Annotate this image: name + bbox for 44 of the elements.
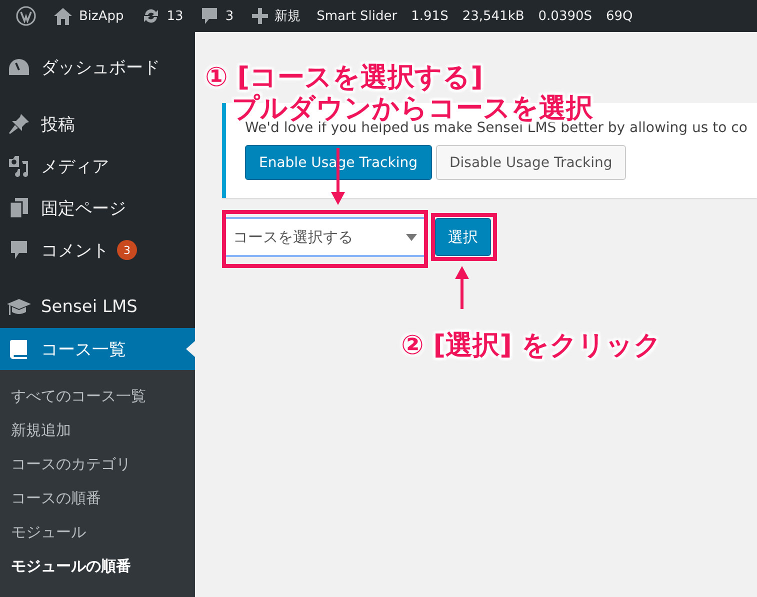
caret-icon xyxy=(406,234,417,240)
gauge-icon xyxy=(8,58,30,76)
plus-icon xyxy=(252,8,268,24)
new-content-link[interactable]: 新規 xyxy=(242,0,310,32)
toolbar-item[interactable]: Smart Slider xyxy=(310,0,404,32)
speech-bubble-icon xyxy=(10,240,28,260)
menu-item[interactable]: メディア xyxy=(0,145,195,187)
count-badge: 3 xyxy=(117,240,137,260)
select-button[interactable]: 選択 xyxy=(435,218,491,256)
up-arrow xyxy=(455,266,469,309)
wordpress-logo-icon[interactable] xyxy=(16,6,36,26)
highlight-frame xyxy=(431,213,497,261)
menu-item[interactable]: Sensei LMS xyxy=(0,286,195,328)
site-name-link[interactable]: BizApp xyxy=(45,0,133,32)
book-icon xyxy=(9,339,29,359)
toolbar-item[interactable]: 69Q xyxy=(599,0,640,32)
house-icon xyxy=(54,8,72,24)
camera-music-icon xyxy=(8,155,30,177)
submenu-item[interactable]: 新規追加 xyxy=(0,413,195,447)
menu-item[interactable]: コース一覧 xyxy=(0,328,195,370)
callout-text: ② [選択] をクリック xyxy=(401,330,662,361)
toolbar-item[interactable]: 1.91S xyxy=(404,0,456,32)
callout-text: ① [コースを選択する] xyxy=(205,62,483,93)
submenu-item[interactable]: コースのカテゴリ xyxy=(0,447,195,481)
submenu-item[interactable]: コースの順番 xyxy=(0,481,195,515)
menu-item[interactable]: コメント 3 xyxy=(0,229,195,271)
current-pointer-icon xyxy=(186,341,195,357)
graduation-cap-icon xyxy=(7,297,31,317)
menu-item[interactable]: 固定ページ xyxy=(0,187,195,229)
pages-icon xyxy=(10,198,28,218)
menu-item[interactable]: ダッシュボード xyxy=(0,46,195,88)
toolbar-item[interactable]: 23,541kB xyxy=(455,0,532,32)
speech-bubble-icon xyxy=(201,7,218,25)
disable-tracking-button[interactable]: Disable Usage Tracking xyxy=(436,145,626,180)
refresh-icon xyxy=(142,7,160,25)
updates-link[interactable]: 13 xyxy=(132,0,192,32)
menu-item[interactable]: 投稿 xyxy=(0,103,195,145)
comments-link[interactable]: 3 xyxy=(192,0,243,32)
toolbar-item[interactable]: 0.0390S xyxy=(531,0,600,32)
course-dropdown[interactable]: コースを選択する xyxy=(225,217,425,257)
submenu-item[interactable]: モジュール xyxy=(0,515,195,549)
pushpin-icon xyxy=(9,114,29,134)
submenu-item[interactable]: すべてのコース一覧 xyxy=(0,379,195,413)
submenu-item[interactable]: モジュールの順番 xyxy=(0,549,195,583)
